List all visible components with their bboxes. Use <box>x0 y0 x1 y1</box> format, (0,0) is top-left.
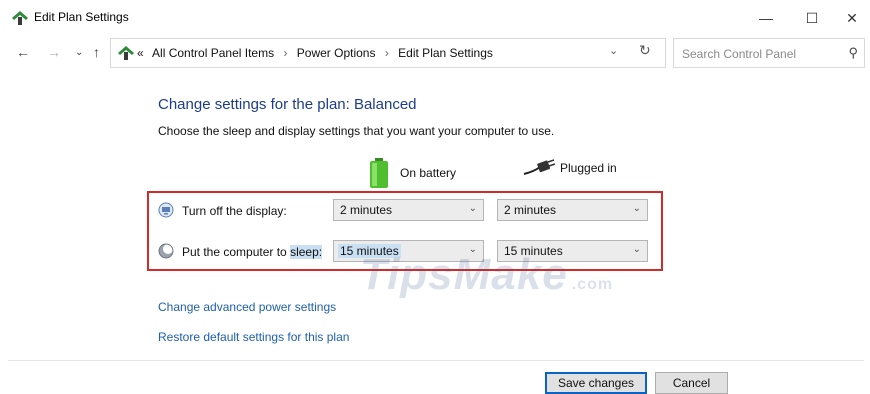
watermark-logo: TipsMake .com <box>360 250 614 299</box>
chevron-down-icon: ⌄ <box>632 244 641 255</box>
sleep-label-selected-text: sleep: <box>290 245 323 259</box>
restore-defaults-link[interactable]: Restore default settings for this plan <box>158 330 349 344</box>
battery-icon <box>370 158 388 188</box>
column-label-battery: On battery <box>400 166 457 180</box>
chevron-down-icon: ⌄ <box>632 203 641 214</box>
cancel-button[interactable]: Cancel <box>655 372 728 394</box>
minimize-icon: — <box>759 10 773 26</box>
search-icon[interactable]: ⚲ <box>848 45 858 61</box>
refresh-icon[interactable]: ↻ <box>639 42 651 59</box>
display-plugged-select[interactable]: 2 minutes ⌄ <box>497 199 648 221</box>
sleep-label-text: Put the computer to <box>182 245 291 259</box>
maximize-icon: ☐ <box>805 9 819 26</box>
title-bar: Edit Plan Settings — ☐ ✕ <box>0 0 870 36</box>
search-box[interactable]: ⚲ <box>673 38 865 68</box>
breadcrumb-separator-icon: › <box>384 46 389 60</box>
chevron-down-icon: ⌄ <box>468 203 477 214</box>
breadcrumb-item[interactable]: Power Options <box>297 46 376 60</box>
breadcrumb-item[interactable]: All Control Panel Items <box>152 46 274 60</box>
breadcrumb-item[interactable]: Edit Plan Settings <box>398 46 493 60</box>
close-button[interactable]: ✕ <box>834 4 870 32</box>
save-changes-button[interactable]: Save changes <box>545 372 647 394</box>
power-options-icon <box>12 11 28 25</box>
advanced-power-settings-link[interactable]: Change advanced power settings <box>158 300 336 314</box>
breadcrumb: « All Control Panel Items › Power Option… <box>137 46 493 60</box>
address-row: ← → ⌄ ↑ « All Control Panel Items › Powe… <box>0 36 870 70</box>
page-title: Change settings for the plan: Balanced <box>158 96 417 113</box>
close-icon: ✕ <box>846 9 858 26</box>
breadcrumb-separator-icon: › <box>283 46 288 60</box>
forward-arrow-icon: → <box>47 44 61 60</box>
column-label-plugged: Plugged in <box>560 161 617 175</box>
back-button[interactable]: ← <box>16 44 30 60</box>
display-plugged-value: 2 minutes <box>504 203 557 217</box>
chevron-down-icon: ⌄ <box>75 47 84 58</box>
display-setting-label: Turn off the display: <box>182 204 287 218</box>
minimize-button[interactable]: — <box>743 4 789 32</box>
footer-divider <box>8 360 864 361</box>
recent-locations-button[interactable]: ⌄ <box>75 47 83 58</box>
display-icon <box>158 202 174 218</box>
window-title: Edit Plan Settings <box>34 10 129 24</box>
control-panel-icon <box>118 46 134 60</box>
power-plug-icon <box>523 159 556 175</box>
address-bar[interactable]: « All Control Panel Items › Power Option… <box>110 38 666 68</box>
maximize-button[interactable]: ☐ <box>789 4 835 32</box>
up-arrow-icon: ↑ <box>93 44 100 60</box>
column-header-battery: On battery <box>368 158 456 188</box>
display-battery-value: 2 minutes <box>340 203 393 217</box>
breadcrumb-overflow[interactable]: « <box>137 46 144 60</box>
back-arrow-icon: ← <box>16 44 30 60</box>
sleep-setting-label: Put the computer to sleep: <box>182 245 323 259</box>
address-dropdown-icon[interactable]: ⌄ <box>609 44 618 57</box>
search-input[interactable] <box>680 44 834 64</box>
forward-button[interactable]: → <box>47 44 61 60</box>
column-header-plugged: Plugged in <box>522 158 617 178</box>
display-battery-select[interactable]: 2 minutes ⌄ <box>333 199 484 221</box>
up-button[interactable]: ↑ <box>93 44 100 60</box>
sleep-moon-icon <box>158 243 174 259</box>
page-description: Choose the sleep and display settings th… <box>158 124 555 138</box>
